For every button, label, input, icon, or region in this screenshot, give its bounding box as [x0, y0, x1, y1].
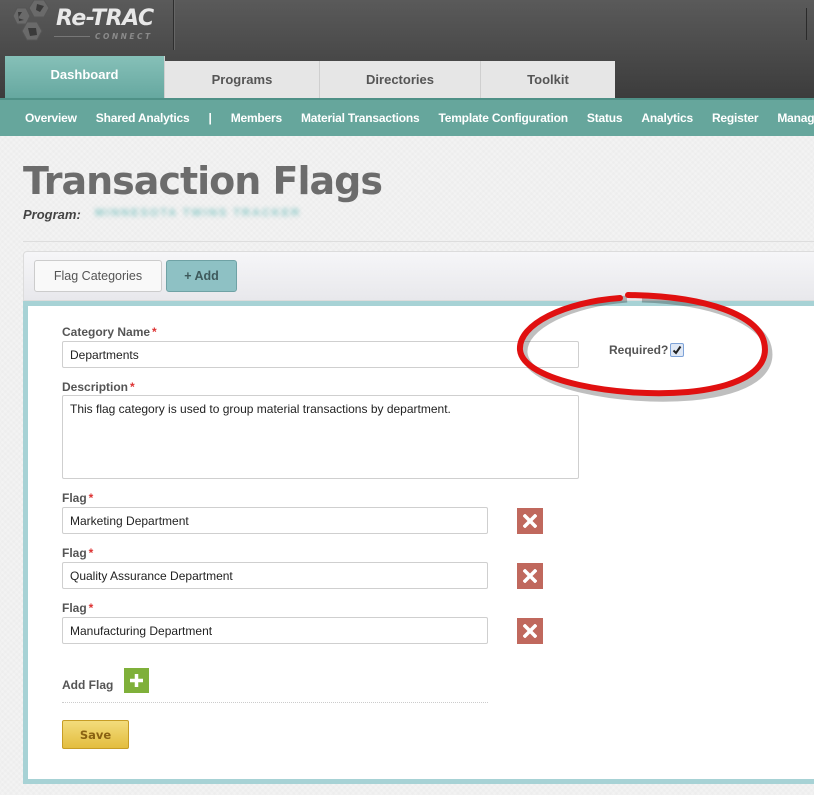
- page-title: Transaction Flags: [23, 159, 383, 203]
- flag-label-text: Flag: [62, 546, 87, 560]
- add-flag-button[interactable]: [124, 668, 149, 693]
- category-name-label-text: Category Name: [62, 325, 151, 339]
- required-marker: *: [88, 546, 94, 560]
- header-divider: [173, 0, 174, 50]
- required-marker: *: [152, 325, 157, 339]
- description-label-text: Description: [62, 380, 129, 394]
- delete-flag-button[interactable]: [517, 563, 543, 589]
- logo-hexagons-icon: [12, 0, 50, 41]
- plus-icon: [130, 674, 143, 687]
- subnav-shared-analytics[interactable]: Shared Analytics: [96, 111, 190, 125]
- close-icon: [523, 624, 537, 638]
- category-name-input[interactable]: [62, 341, 579, 368]
- form-divider: [62, 702, 488, 703]
- program-name: MINNESOTA TWINS TRACKER: [95, 207, 302, 219]
- close-icon: [523, 569, 537, 583]
- subnav-overview[interactable]: Overview: [25, 111, 77, 125]
- category-name-label: Category Name *: [62, 325, 157, 339]
- flag-label-text: Flag: [62, 491, 87, 505]
- add-flag-label: Add Flag: [62, 678, 114, 692]
- subnav-analytics[interactable]: Analytics: [641, 111, 693, 125]
- subnav-template-configuration[interactable]: Template Configuration: [439, 111, 569, 125]
- flag-input[interactable]: [62, 617, 488, 644]
- flag-label-text: Flag: [62, 601, 87, 615]
- logo-text: Re-TRAC: [56, 6, 154, 31]
- form-panel: [23, 301, 814, 784]
- flag-input[interactable]: [62, 507, 488, 534]
- subnav-status[interactable]: Status: [587, 111, 623, 125]
- header-divider-right: [806, 8, 807, 40]
- description-label: Description *: [62, 380, 135, 394]
- retrac-logo[interactable]: Re-TRAC CONNECT: [0, 0, 172, 52]
- flag-label: Flag *: [62, 546, 93, 560]
- logo-subtext: CONNECT: [95, 32, 153, 41]
- top-header: Re-TRAC CONNECT Dashboard Programs Direc…: [0, 0, 814, 98]
- tab-toolkit[interactable]: Toolkit: [481, 61, 615, 98]
- add-category-button[interactable]: + Add: [166, 260, 237, 292]
- description-textarea[interactable]: This flag category is used to group mate…: [62, 395, 579, 479]
- tab-directories[interactable]: Directories: [320, 61, 481, 98]
- logo-line: [54, 36, 90, 37]
- checkmark-icon: [672, 345, 682, 355]
- flag-label: Flag *: [62, 491, 93, 505]
- flag-label: Flag *: [62, 601, 93, 615]
- required-marker: *: [130, 380, 135, 394]
- subnav-register[interactable]: Register: [712, 111, 759, 125]
- title-divider: [23, 241, 814, 242]
- main-tabs: Dashboard Programs Directories Toolkit: [5, 56, 615, 98]
- close-icon: [523, 514, 537, 528]
- required-checkbox[interactable]: [670, 343, 684, 357]
- subnav-members[interactable]: Members: [231, 111, 282, 125]
- flag-input[interactable]: [62, 562, 488, 589]
- flag-categories-button[interactable]: Flag Categories: [34, 260, 162, 292]
- program-label: Program:: [23, 207, 81, 222]
- save-button[interactable]: Save: [62, 720, 129, 749]
- subnav-manager[interactable]: Manager: [777, 111, 814, 125]
- delete-flag-button[interactable]: [517, 618, 543, 644]
- required-marker: *: [88, 601, 94, 615]
- sub-navigation: Overview Shared Analytics | Members Mate…: [0, 98, 814, 136]
- tab-dashboard[interactable]: Dashboard: [5, 56, 165, 98]
- subnav-material-transactions[interactable]: Material Transactions: [301, 111, 420, 125]
- subnav-separator: |: [208, 111, 212, 125]
- delete-flag-button[interactable]: [517, 508, 543, 534]
- required-marker: *: [88, 491, 94, 505]
- required-label: Required?: [609, 343, 669, 357]
- tab-programs[interactable]: Programs: [165, 61, 320, 98]
